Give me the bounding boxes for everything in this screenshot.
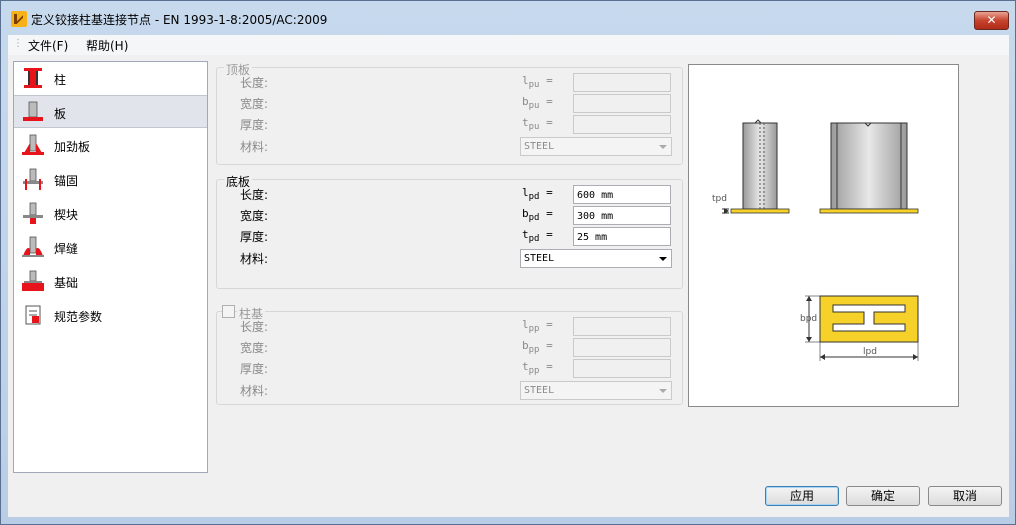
app-icon — [11, 11, 27, 27]
column-base-width-symbol: bpp = — [522, 339, 553, 356]
dialog-window: 定义铰接柱基连接节点 - EN 1993-1-8:2005/AC:2009 ✕ … — [0, 0, 1016, 525]
lpd-label: lpd — [863, 347, 877, 357]
column-base-thickness-input[interactable] — [573, 359, 671, 378]
column-side-view: tpd — [712, 119, 790, 214]
sidebar: 柱 板 加劲板 锚固 楔块 焊缝 基础 规范参数 — [13, 61, 208, 473]
column-base-material-label: 材料: — [240, 384, 269, 398]
ok-button[interactable]: 确定 — [846, 486, 920, 506]
sidebar-item-label: 规范参数 — [54, 310, 103, 324]
chevron-down-icon — [659, 257, 667, 261]
sidebar-item-label: 基础 — [54, 276, 79, 290]
weld-icon — [22, 236, 44, 257]
column-base-material-value: STEEL — [524, 385, 555, 396]
apply-button[interactable]: 应用 — [765, 486, 839, 506]
sidebar-item-plate[interactable]: 板 — [14, 95, 207, 128]
base-plate-thickness-input[interactable]: 25 mm — [573, 227, 671, 246]
tpd-label: tpd — [712, 194, 727, 204]
sidebar-item-label: 柱 — [54, 73, 67, 87]
anchor-icon — [23, 168, 43, 190]
plate-preview-panel: tpd bpd lpd — [688, 64, 959, 407]
base-plate-length-symbol: lpd = — [522, 186, 553, 203]
menubar-grip-icon: ⋮ — [13, 38, 23, 49]
dialog-client: ⋮ 文件(F) 帮助(H) 柱 板 加劲板 锚固 楔块 焊缝 基础 规范参数 顶… — [8, 35, 1009, 517]
top-plate-length-symbol: lpu = — [522, 74, 553, 91]
column-base-length-label: 长度: — [240, 320, 269, 334]
plate-icon — [23, 101, 43, 121]
base-plate-thickness-symbol: tpd = — [522, 228, 553, 245]
top-plate-width-symbol: bpu = — [522, 95, 553, 112]
sidebar-item-anchor[interactable]: 锚固 — [14, 163, 207, 196]
top-plate-group: 顶板 长度: lpu = 宽度: bpu = 厚度: tpu = 材料: STE… — [216, 61, 683, 165]
column-base-width-input[interactable] — [573, 338, 671, 357]
window-title: 定义铰接柱基连接节点 - EN 1993-1-8:2005/AC:2009 — [31, 13, 328, 27]
shear-key-icon — [23, 202, 43, 224]
base-plate-material-select[interactable]: STEEL — [520, 249, 672, 268]
column-base-length-input[interactable] — [573, 317, 671, 336]
column-base-width-label: 宽度: — [240, 341, 269, 355]
column-icon — [24, 68, 42, 88]
column-base-group: 柱基 长度: lpp = 宽度: bpp = 厚度: tpp = 材料: STE… — [216, 305, 683, 405]
top-plate-material-select[interactable]: STEEL — [520, 137, 672, 156]
sidebar-item-column[interactable]: 柱 — [14, 62, 207, 95]
base-plate-material-value: STEEL — [524, 253, 555, 264]
base-plate-width-symbol: bpd = — [522, 207, 553, 224]
plate-diagram: tpd bpd lpd — [712, 119, 919, 361]
top-plate-material-label: 材料: — [240, 140, 269, 154]
base-plate-group: 底板 长度: lpd = 600 mm 宽度: bpd = 300 mm 厚度:… — [216, 173, 683, 289]
sidebar-item-label: 楔块 — [54, 208, 79, 222]
top-plate-length-label: 长度: — [240, 76, 269, 90]
column-base-thickness-label: 厚度: — [240, 362, 269, 376]
code-params-icon — [25, 305, 41, 325]
sidebar-item-label: 焊缝 — [54, 242, 79, 256]
top-plate-thickness-symbol: tpu = — [522, 116, 553, 133]
close-button[interactable]: ✕ — [974, 11, 1009, 30]
sidebar-item-label: 板 — [54, 107, 67, 121]
sidebar-item-label: 加劲板 — [54, 140, 91, 154]
bpd-label: bpd — [800, 314, 817, 324]
sidebar-item-foundation[interactable]: 基础 — [14, 265, 207, 298]
base-plate-width-input[interactable]: 300 mm — [573, 206, 671, 225]
base-plate-plan-view: bpd lpd — [800, 295, 919, 361]
top-plate-length-input[interactable] — [573, 73, 671, 92]
top-plate-width-input[interactable] — [573, 94, 671, 113]
chevron-down-icon — [659, 145, 667, 149]
base-plate-length-input[interactable]: 600 mm — [573, 185, 671, 204]
base-plate-length-label: 长度: — [240, 188, 269, 202]
column-base-material-select[interactable]: STEEL — [520, 381, 672, 400]
cancel-button[interactable]: 取消 — [928, 486, 1002, 506]
chevron-down-icon — [659, 389, 667, 393]
column-base-checkbox[interactable] — [222, 305, 235, 318]
menu-file[interactable]: 文件(F) — [28, 37, 68, 54]
sidebar-item-code-params[interactable]: 规范参数 — [14, 299, 207, 332]
sidebar-item-shear-key[interactable]: 楔块 — [14, 197, 207, 230]
title-bar[interactable]: 定义铰接柱基连接节点 - EN 1993-1-8:2005/AC:2009 ✕ — [1, 1, 1015, 35]
menu-help[interactable]: 帮助(H) — [86, 37, 128, 54]
top-plate-material-value: STEEL — [524, 141, 555, 152]
sidebar-item-stiffener[interactable]: 加劲板 — [14, 129, 207, 162]
menu-bar: ⋮ 文件(F) 帮助(H) — [8, 35, 1009, 55]
stiffener-icon — [22, 134, 44, 155]
sidebar-item-weld[interactable]: 焊缝 — [14, 231, 207, 264]
foundation-icon — [22, 270, 44, 291]
base-plate-material-label: 材料: — [240, 252, 269, 266]
top-plate-thickness-label: 厚度: — [240, 118, 269, 132]
column-base-thickness-symbol: tpp = — [522, 360, 553, 377]
top-plate-thickness-input[interactable] — [573, 115, 671, 134]
column-base-length-symbol: lpp = — [522, 318, 553, 335]
sidebar-item-label: 锚固 — [54, 174, 79, 188]
base-plate-thickness-label: 厚度: — [240, 230, 269, 244]
column-front-view — [819, 122, 919, 214]
top-plate-width-label: 宽度: — [240, 97, 269, 111]
base-plate-width-label: 宽度: — [240, 209, 269, 223]
